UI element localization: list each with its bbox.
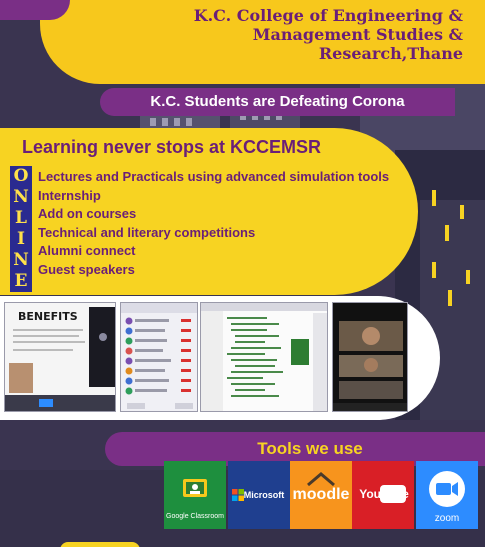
online-activities-list: Lectures and Practicals using advanced s… [38, 168, 408, 280]
online-letter: L [10, 208, 32, 229]
participants-list-screenshot [120, 302, 198, 412]
online-letter: I [10, 229, 32, 250]
list-item: Alumni connect [38, 243, 136, 259]
zoom-tile: zoom [416, 461, 478, 529]
list-item: Add on courses [38, 206, 137, 222]
decorative-corner [0, 0, 70, 20]
code-editor-image [201, 303, 327, 411]
youtube-tile: YouTube [352, 461, 414, 529]
code-editor-screenshot [200, 302, 328, 412]
tool-label: Google Classroom [166, 513, 224, 520]
slogan-text: K.C. Students are Defeating Corona [150, 93, 405, 110]
google-classroom-icon [183, 479, 207, 497]
online-vertical-word: O N L I N E [10, 166, 32, 292]
video-call-screenshot [332, 302, 408, 412]
list-item: Internship [38, 187, 101, 203]
online-letter: E [10, 271, 32, 292]
tool-label: Microsoft [243, 490, 285, 500]
college-name: K.C. College of Engineering & Management… [193, 6, 463, 63]
learning-title: Learning never stops at KCCEMSR [22, 137, 322, 157]
zoom-icon [429, 471, 465, 507]
poster: K.C. College of Engineering & Management… [0, 0, 485, 547]
benefits-title: BENEFITS [18, 310, 78, 323]
moodle-tile: moodle [290, 461, 352, 529]
decorative-bottom-band [60, 542, 140, 547]
moodle-icon [307, 472, 335, 487]
microsoft-tile: Microsoft [228, 461, 290, 529]
online-letter: N [10, 187, 32, 208]
tool-label: zoom [434, 513, 460, 524]
google-classroom-tile: Google Classroom [164, 461, 226, 529]
online-letter: N [10, 250, 32, 271]
tools-title: Tools we use [257, 439, 363, 458]
video-call-image [333, 303, 407, 411]
tool-label: moodle [292, 486, 350, 503]
tool-label: YouTube [359, 487, 409, 501]
list-item: Guest speakers [38, 261, 135, 277]
list-item: Lectures and Practicals using advanced s… [38, 169, 390, 184]
online-letter: O [10, 166, 32, 187]
participants-image [121, 303, 197, 411]
list-item: Technical and literary competitions [38, 224, 256, 240]
